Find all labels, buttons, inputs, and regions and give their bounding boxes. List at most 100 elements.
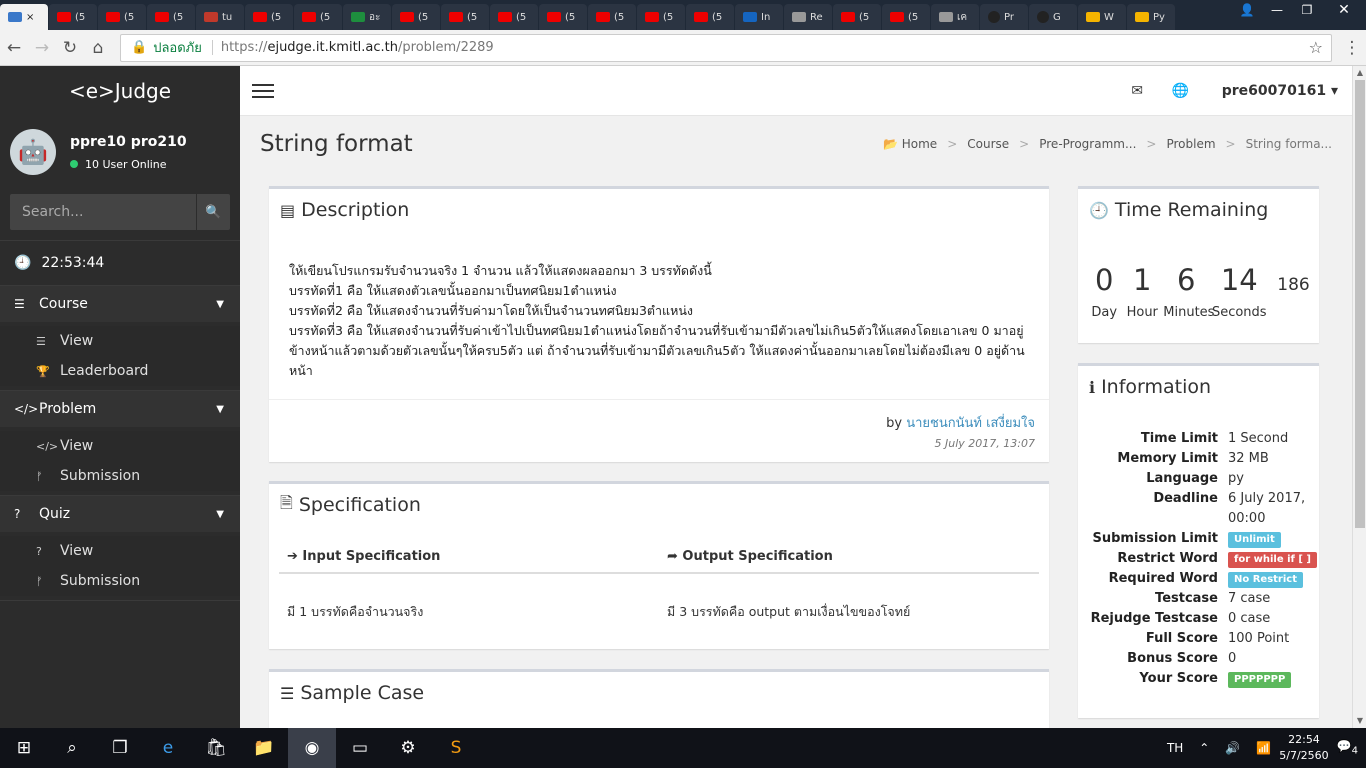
- browser-tab[interactable]: (5: [686, 4, 734, 30]
- close-window-button[interactable]: ✕: [1322, 0, 1366, 20]
- info-key: Memory Limit: [1117, 451, 1218, 466]
- brand-logo[interactable]: <e>Judge: [0, 66, 240, 116]
- breadcrumb-item[interactable]: Pre-Programm...: [1039, 137, 1136, 151]
- browser-tab[interactable]: อะ: [343, 4, 391, 30]
- scroll-up-icon[interactable]: ▲: [1353, 66, 1366, 80]
- scroll-down-icon[interactable]: ▼: [1353, 714, 1366, 728]
- browser-tab-label: (5: [565, 11, 576, 23]
- browser-tab[interactable]: Re: [784, 4, 832, 30]
- browser-tab[interactable]: G: [1029, 4, 1077, 30]
- tray-time: 22:54: [1288, 733, 1320, 746]
- browser-tab[interactable]: W: [1078, 4, 1126, 30]
- browser-tab[interactable]: (5: [392, 4, 440, 30]
- browser-tab-label: tu: [222, 11, 233, 23]
- browser-tab[interactable]: (5: [882, 4, 930, 30]
- user-icon[interactable]: 👤: [1232, 0, 1262, 20]
- scrollbar-thumb[interactable]: [1355, 80, 1365, 528]
- breadcrumb-item[interactable]: Course: [967, 137, 1009, 151]
- back-button[interactable]: ←: [0, 34, 28, 62]
- info-row: Full Score 100 Point: [1078, 629, 1319, 649]
- restore-button[interactable]: ❐: [1292, 0, 1322, 20]
- browser-tab[interactable]: (5: [49, 4, 97, 30]
- settings-gear-icon[interactable]: ⚙: [384, 728, 432, 768]
- browser-tab[interactable]: เค: [931, 4, 979, 30]
- browser-tab[interactable]: (5: [441, 4, 489, 30]
- bookmark-star-icon[interactable]: ☆: [1309, 38, 1323, 57]
- wifi-icon[interactable]: 📶: [1256, 741, 1271, 755]
- sidebar-item-view[interactable]: ? View: [0, 536, 240, 566]
- sidebar-section-course: ☰ Course ▼ ☰ View 🏆 Leaderboard: [0, 286, 240, 391]
- reload-button[interactable]: ↻: [56, 34, 84, 62]
- yt-favicon-icon: [302, 12, 316, 22]
- chevron-up-icon[interactable]: ⌃: [1199, 741, 1209, 755]
- browser-tab[interactable]: (5: [833, 4, 881, 30]
- browser-tab[interactable]: ×: [0, 4, 48, 30]
- envelope-icon[interactable]: ✉: [1116, 83, 1159, 99]
- breadcrumb-item[interactable]: 📂 Home: [883, 137, 937, 151]
- hamburger-menu-icon[interactable]: [252, 83, 274, 98]
- timer-day-label: Day: [1091, 305, 1118, 320]
- breadcrumb-item[interactable]: Problem: [1166, 137, 1215, 151]
- browser-tab[interactable]: (5: [637, 4, 685, 30]
- information-box: ℹ Information Time Limit 1 Second Memory Li…: [1078, 363, 1319, 718]
- yt-favicon-icon: [596, 12, 610, 22]
- tray-date: 5/7/2560: [1279, 749, 1329, 762]
- windows-start-icon[interactable]: ⊞: [0, 728, 48, 768]
- sidebar-section-header[interactable]: ? Quiz ▼: [0, 496, 240, 532]
- browser-tab[interactable]: (5: [294, 4, 342, 30]
- status-badge: Unlimit: [1228, 532, 1281, 548]
- browser-tab[interactable]: In: [735, 4, 783, 30]
- browser-tab[interactable]: (5: [490, 4, 538, 30]
- sidebar-item-leaderboard[interactable]: 🏆 Leaderboard: [0, 356, 240, 386]
- browser-tab[interactable]: (5: [539, 4, 587, 30]
- search-input[interactable]: [10, 194, 196, 230]
- terminal-icon[interactable]: ▭: [336, 728, 384, 768]
- forward-button[interactable]: →: [28, 34, 56, 62]
- sidebar-item-submission[interactable]: ᚠ Submission: [0, 461, 240, 491]
- sidebar-section-header[interactable]: </> Problem ▼: [0, 391, 240, 427]
- sidebar-item-submission[interactable]: ᚠ Submission: [0, 566, 240, 596]
- home-button[interactable]: ⌂: [84, 34, 112, 62]
- browser-tab[interactable]: Py: [1127, 4, 1175, 30]
- web-favicon-icon: [8, 12, 22, 22]
- sublime-text-icon[interactable]: S: [432, 728, 480, 768]
- chrome-icon[interactable]: ◉: [288, 728, 336, 768]
- breadcrumb-separator: >: [1146, 137, 1157, 151]
- sidebar-item-view[interactable]: ☰ View: [0, 326, 240, 356]
- browser-tab[interactable]: (5: [245, 4, 293, 30]
- file-explorer-icon[interactable]: 📁: [240, 728, 288, 768]
- item-icon: 🏆: [36, 364, 50, 378]
- page-scrollbar[interactable]: ▲ ▼: [1352, 66, 1366, 728]
- store-icon[interactable]: 🛍: [192, 728, 240, 768]
- info-row: Submission Limit Unlimit: [1078, 529, 1319, 549]
- browser-tab[interactable]: Pr: [980, 4, 1028, 30]
- edge-browser-icon[interactable]: e: [144, 728, 192, 768]
- author-link[interactable]: นายชนกนันท์ เสงี่ยมใจ: [906, 416, 1035, 431]
- volume-icon[interactable]: 🔊: [1225, 741, 1240, 755]
- browser-tab[interactable]: tu: [196, 4, 244, 30]
- browser-tab[interactable]: (5: [147, 4, 195, 30]
- url-field[interactable]: 🔒 ปลอดภัย https://ejudge.it.kmitl.ac.th/…: [120, 33, 1332, 62]
- input-spec-label: Input Specification: [302, 548, 441, 564]
- account-dropdown[interactable]: pre60070161 ▾: [1222, 83, 1338, 99]
- globe-icon[interactable]: 🌐: [1159, 83, 1202, 99]
- author-line: by นายชนกนันท์ เสงี่ยมใจ: [269, 412, 1035, 433]
- file-text-icon: 🗎: [280, 492, 293, 512]
- browser-tab[interactable]: (5: [588, 4, 636, 30]
- menu-kebab-icon[interactable]: ⋮: [1338, 34, 1366, 62]
- search-icon[interactable]: ⌕: [48, 728, 96, 768]
- tray-clock[interactable]: 22:54 5/7/2560: [1279, 732, 1328, 764]
- info-row: Memory Limit 32 MB: [1078, 449, 1319, 469]
- browser-tab-label: เค: [957, 11, 968, 23]
- sidebar-item-view[interactable]: </> View: [0, 431, 240, 461]
- input-language[interactable]: TH: [1167, 741, 1183, 755]
- minimize-button[interactable]: —: [1262, 0, 1292, 20]
- sidebar-section-quiz: ? Quiz ▼ ? View ᚠ Submission: [0, 496, 240, 601]
- notification-icon[interactable]: 💬4: [1337, 739, 1358, 756]
- search-icon[interactable]: 🔍: [196, 194, 230, 230]
- sidebar-section-header[interactable]: ☰ Course ▼: [0, 286, 240, 322]
- task-view-icon[interactable]: ❐: [96, 728, 144, 768]
- browser-tab[interactable]: (5: [98, 4, 146, 30]
- timer-minutes-label: Minutes: [1163, 305, 1215, 320]
- browser-tab-label: Re: [810, 11, 823, 23]
